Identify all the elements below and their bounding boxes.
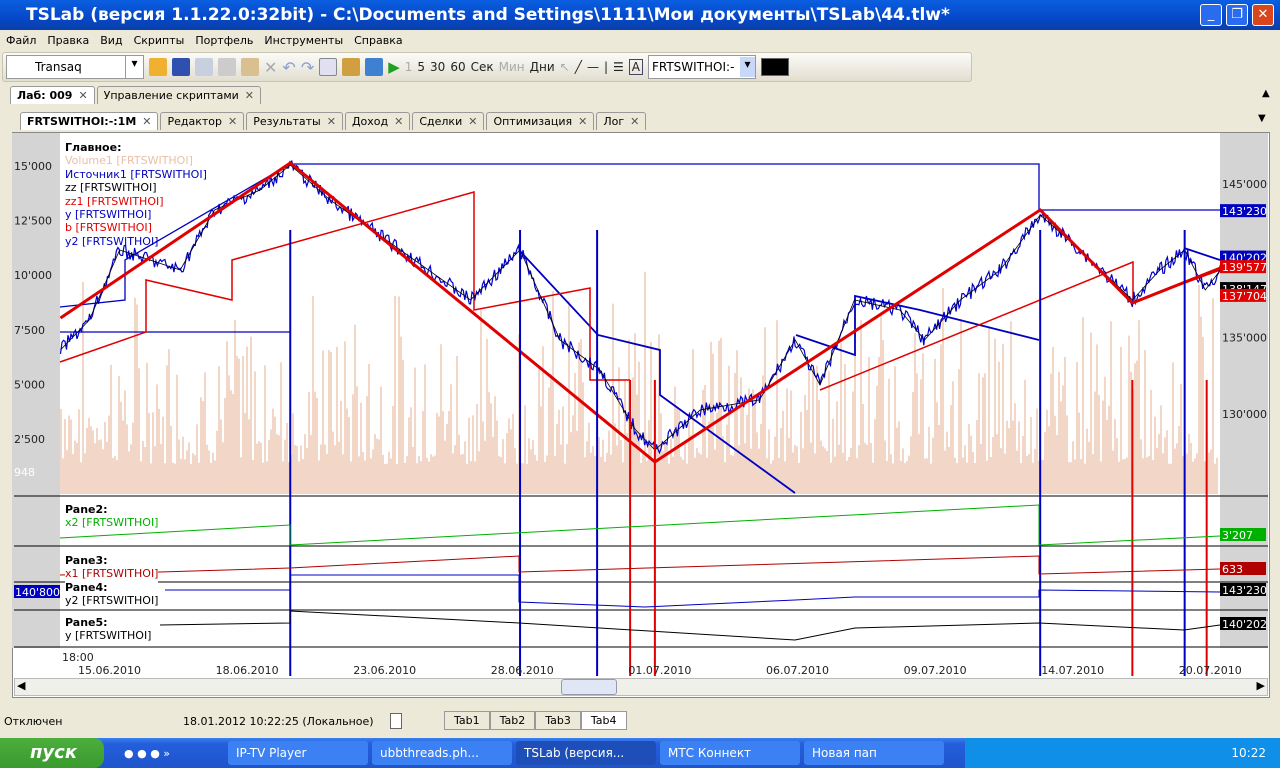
pane-title: Pane2: <box>65 503 108 516</box>
tab-tab2[interactable]: Tab2 <box>489 711 536 730</box>
clock: 10:22 <box>1231 746 1266 760</box>
legend-item[interactable]: y2 [FRTSWITHOI] <box>65 235 207 248</box>
x-tick-label: 06.07.2010 <box>766 664 829 677</box>
task-iptv[interactable]: IP-TV Player <box>228 741 368 765</box>
value-marker-label: 143'230 <box>1222 205 1267 218</box>
pane-title: Pane3: <box>65 554 108 567</box>
scroll-right-icon[interactable]: ▶ <box>1257 679 1265 692</box>
left-tick-label: 15'000 <box>14 160 52 173</box>
value-marker-label: 143'230 <box>1222 584 1267 597</box>
quick-launch[interactable]: ● ● ● » <box>104 747 224 760</box>
pane-series[interactable]: y [FRTSWITHOI] <box>65 629 151 642</box>
legend-item[interactable]: b [FRTSWITHOI] <box>65 221 207 234</box>
right-tick-label: 145'000 <box>1222 178 1267 191</box>
pane-title: Pane5: <box>65 616 108 629</box>
x-tick-label: 14.07.2010 <box>1041 664 1104 677</box>
y2-line <box>1183 247 1221 261</box>
value-marker-label: 137'704 <box>1222 290 1267 303</box>
tab-tab1[interactable]: Tab1 <box>444 711 490 730</box>
tab-tab4[interactable]: Tab4 <box>580 711 627 730</box>
y-pane-line <box>159 610 1221 641</box>
value-marker-label: 139'577 <box>1222 261 1267 274</box>
legend-item[interactable]: zz1 [FRTSWITHOI] <box>65 195 207 208</box>
pane-legend: Pane3: x1 [FRTSWITHOI] <box>65 554 159 581</box>
pane-legend: Pane5: y [FRTSWITHOI] <box>65 616 152 643</box>
pane-legend: Pane2: x2 [FRTSWITHOI] <box>65 503 159 530</box>
pane-legend: Pane4: y2 [FRTSWITHOI] <box>65 581 159 608</box>
volume-current-label: 948 <box>14 466 35 479</box>
task-mts[interactable]: МТС Коннект <box>660 741 800 765</box>
x1-line <box>59 555 1221 576</box>
task-tslab[interactable]: TSLab (версия... <box>516 741 656 765</box>
legend-item[interactable]: Volume1 [FRTSWITHOI] <box>65 154 207 167</box>
legend-title: Главное: <box>65 141 122 154</box>
pane-series[interactable]: y2 [FRTSWITHOI] <box>65 594 158 607</box>
status-bar: Отключен 18.01.2012 10:22:25 (Локальное)… <box>0 710 1280 734</box>
calculator-icon[interactable] <box>390 713 402 729</box>
connection-status: Отключен <box>4 715 63 728</box>
tab-tab3[interactable]: Tab3 <box>535 711 581 730</box>
x-tick-label: 28.06.2010 <box>491 664 554 677</box>
x-tick-label: 01.07.2010 <box>628 664 691 677</box>
right-tick-label: 135'000 <box>1222 331 1267 344</box>
price-chart[interactable]: 15'000 12'500 10'000 7'500 5'000 2'500 948 145'… <box>0 0 1280 700</box>
x-tick-label: 15.06.2010 <box>78 664 141 677</box>
legend-item[interactable]: Источник1 [FRTSWITHOI] <box>65 168 207 181</box>
scrollbar-thumb[interactable] <box>561 679 617 695</box>
legend-item[interactable]: zz [FRTSWITHOI] <box>65 181 207 194</box>
x2-line <box>59 504 1221 546</box>
task-label: Новая пап <box>812 746 877 760</box>
pane-series[interactable]: x2 [FRTSWITHOI] <box>65 516 158 529</box>
start-button[interactable]: пуск <box>0 738 104 768</box>
x-tick-label: 09.07.2010 <box>904 664 967 677</box>
task-label: IP-TV Player <box>236 746 307 760</box>
pane-title: Pane4: <box>65 581 108 594</box>
left-tick-label: 12'500 <box>14 215 52 228</box>
b-line <box>819 260 1221 391</box>
value-marker-label: 633 <box>1222 563 1243 576</box>
x-tick-label: 18:00 <box>62 651 94 664</box>
cursor-value-label: 140'800 <box>15 586 60 599</box>
y2-pane-line <box>165 574 1221 608</box>
horizontal-scrollbar[interactable]: ◀ ▶ <box>14 678 1268 696</box>
value-marker-label: 3'207 <box>1222 529 1253 542</box>
start-label: пуск <box>30 742 78 763</box>
status-datetime: 18.01.2012 10:22:25 (Локальное) <box>183 715 374 728</box>
task-label: ubbthreads.ph... <box>380 746 479 760</box>
y-line <box>59 163 1220 308</box>
task-label: TSLab (версия... <box>524 746 625 760</box>
task-browser[interactable]: ubbthreads.ph... <box>372 741 512 765</box>
x-tick-label: 23.06.2010 <box>353 664 416 677</box>
legend-main: Главное: Volume1 [FRTSWITHOI] Источник1 [… <box>65 141 207 248</box>
task-folder[interactable]: Новая пап <box>804 741 944 765</box>
taskbar: пуск ● ● ● » IP-TV Player ubbthreads.ph.… <box>0 738 1280 768</box>
left-tick-label: 7'500 <box>14 324 45 337</box>
left-tick-label: 10'000 <box>14 269 52 282</box>
system-tray: 10:22 <box>965 738 1280 768</box>
right-tick-label: 130'000 <box>1222 408 1267 421</box>
legend-item[interactable]: y [FRTSWITHOI] <box>65 208 207 221</box>
left-tick-label: 5'000 <box>14 378 45 391</box>
value-marker-label: 140'202 <box>1222 618 1267 631</box>
scroll-left-icon[interactable]: ◀ <box>17 679 25 692</box>
task-label: МТС Коннект <box>668 746 752 760</box>
pane-series[interactable]: x1 [FRTSWITHOI] <box>65 567 158 580</box>
left-tick-label: 2'500 <box>14 433 45 446</box>
x-tick-label: 18.06.2010 <box>216 664 279 677</box>
x-tick-label: 20.07.2010 <box>1179 664 1242 677</box>
